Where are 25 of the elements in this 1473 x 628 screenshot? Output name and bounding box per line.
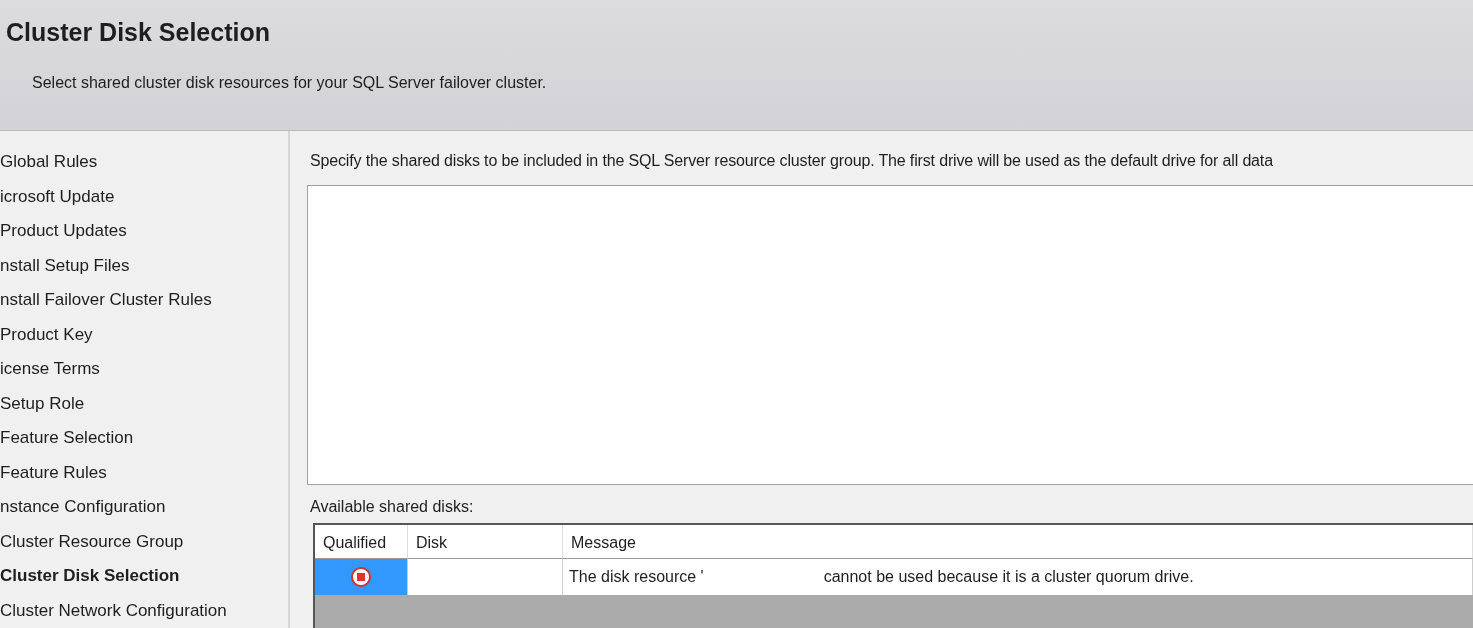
step-item[interactable]: Global Rules [0, 152, 288, 187]
disks-label: Available shared disks: [310, 498, 475, 516]
step-item[interactable]: Cluster Network Configuration [0, 600, 288, 628]
message-text: The disk resource ' [569, 568, 704, 586]
step-item[interactable]: Product Key [0, 324, 288, 359]
page-subtitle: Select shared cluster disk resources for your SQL Server failover cluster. [32, 74, 548, 92]
step-item[interactable]: nstall Failover Cluster Rules [0, 290, 288, 325]
step-item[interactable]: Product Updates [0, 221, 288, 256]
qualified-cell[interactable] [315, 559, 408, 595]
step-item[interactable]: icrosoft Update [0, 186, 288, 221]
step-item[interactable]: Feature Rules [0, 462, 288, 497]
step-item[interactable]: Cluster Resource Group [0, 531, 288, 566]
step-item[interactable]: icense Terms [0, 359, 288, 394]
page-title: Cluster Disk Selection [6, 18, 271, 47]
step-item[interactable]: Cluster Disk Selection [0, 566, 288, 601]
step-item[interactable]: nstall Setup Files [0, 255, 288, 290]
column-header[interactable]: Qualified [315, 525, 408, 559]
column-header[interactable]: Disk [408, 525, 563, 559]
instruction-text: Specify the shared disks to be included in the SQL Server resource cluster group. The first drive will be used as the default drive for all data [310, 152, 1274, 170]
message-text: cannot be used because it is a cluster quorum drive. [823, 568, 1194, 586]
error-icon [351, 567, 371, 587]
column-header[interactable]: Message [563, 525, 1473, 559]
step-item[interactable]: Feature Selection [0, 428, 288, 463]
step-item[interactable]: nstance Configuration [0, 497, 288, 532]
step-item[interactable]: Setup Role [0, 393, 288, 428]
